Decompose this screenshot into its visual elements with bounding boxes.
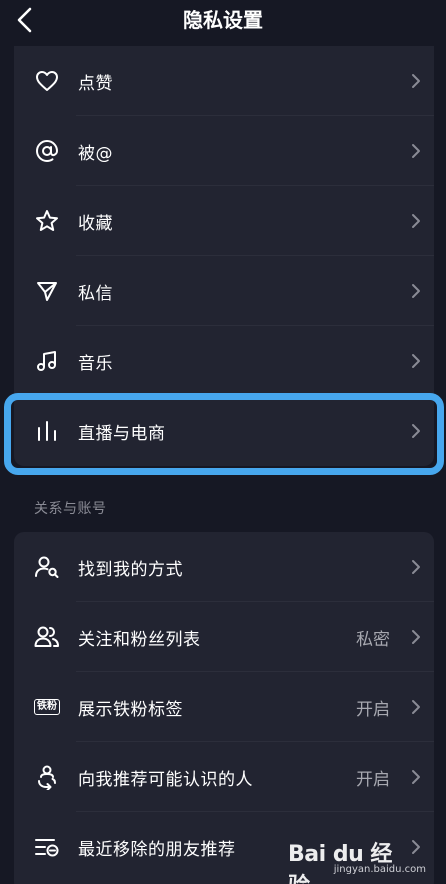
heart-icon — [14, 46, 78, 116]
music-icon — [14, 326, 78, 396]
chevron-right-icon — [398, 672, 434, 742]
removed-list-icon — [14, 812, 78, 882]
users-icon — [14, 602, 78, 672]
interaction-settings-card: 点赞 被@ 收藏 私信 音乐 直播与电商 — [14, 46, 434, 466]
row-follow-fans-list[interactable]: 关注和粉丝列表 私密 — [14, 602, 434, 672]
chevron-right-icon — [398, 186, 434, 256]
row-label: 找到我的方式 — [78, 559, 183, 580]
chevron-right-icon — [398, 256, 434, 326]
row-label: 私信 — [78, 283, 113, 304]
row-likes[interactable]: 点赞 — [14, 46, 434, 116]
star-icon — [14, 186, 78, 256]
chevron-right-icon — [398, 396, 434, 466]
row-recommend-people[interactable]: 向我推荐可能认识的人 开启 — [14, 742, 434, 812]
row-value: 私密 — [356, 629, 390, 650]
row-find-me[interactable]: 找到我的方式 — [14, 532, 434, 602]
live-bars-icon — [14, 396, 78, 466]
row-live-commerce[interactable]: 直播与电商 — [14, 396, 434, 466]
relationship-settings-card: 找到我的方式 关注和粉丝列表 私密 铁粉 展示铁粉标签 开启 向我推荐可能认识的… — [14, 532, 434, 884]
baidu-watermark: Bai du 经验 jingyan.baidu.com — [288, 836, 438, 884]
row-label: 关注和粉丝列表 — [78, 629, 201, 650]
row-mentions[interactable]: 被@ — [14, 116, 434, 186]
section-label: 关系与账号 — [34, 501, 107, 517]
watermark-url: jingyan.baidu.com — [333, 864, 426, 875]
row-label: 点赞 — [78, 73, 113, 94]
row-label: 直播与电商 — [78, 423, 166, 444]
row-favorites[interactable]: 收藏 — [14, 186, 434, 256]
chevron-right-icon — [398, 532, 434, 602]
privacy-settings-screen: 隐私设置 点赞 被@ 收藏 私信 音乐 直播与电商 关系与账号 找到我的方式 关… — [0, 0, 446, 884]
row-value: 开启 — [356, 769, 390, 790]
at-icon — [14, 116, 78, 186]
recommend-icon — [14, 742, 78, 812]
chevron-right-icon — [398, 742, 434, 812]
row-label: 被@ — [78, 143, 113, 164]
row-label: 收藏 — [78, 213, 113, 234]
header: 隐私设置 — [0, 0, 446, 44]
row-value: 开启 — [356, 699, 390, 720]
send-icon — [14, 256, 78, 326]
tie-fan-badge: 铁粉 — [34, 699, 60, 715]
row-label: 展示铁粉标签 — [78, 699, 183, 720]
tie-fan-badge-icon: 铁粉 — [14, 672, 78, 742]
row-music[interactable]: 音乐 — [14, 326, 434, 396]
chevron-right-icon — [398, 116, 434, 186]
row-label: 向我推荐可能认识的人 — [78, 769, 253, 790]
chevron-right-icon — [398, 602, 434, 672]
chevron-right-icon — [398, 326, 434, 396]
find-user-icon — [14, 532, 78, 602]
row-tie-fan-badge[interactable]: 铁粉 展示铁粉标签 开启 — [14, 672, 434, 742]
page-title: 隐私设置 — [183, 8, 263, 32]
row-messages[interactable]: 私信 — [14, 256, 434, 326]
chevron-right-icon — [398, 46, 434, 116]
row-label: 音乐 — [78, 353, 113, 374]
watermark-logo: Bai du 经验 — [288, 842, 392, 884]
